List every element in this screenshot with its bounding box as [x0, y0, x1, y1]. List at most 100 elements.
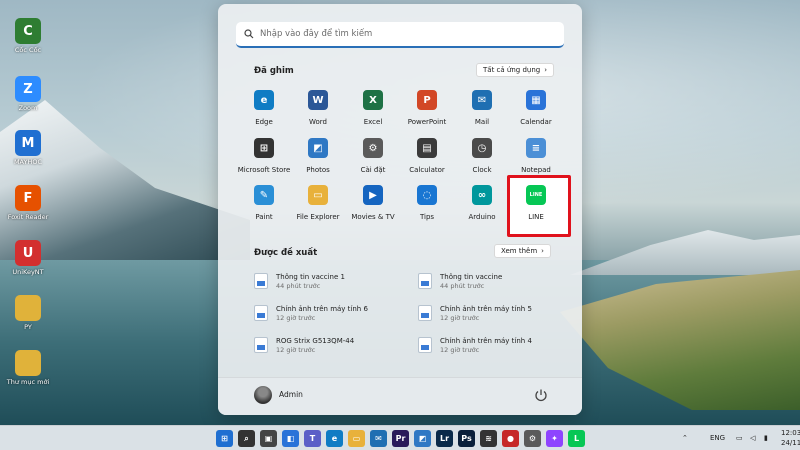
- recommended-time: 12 giờ trước: [276, 313, 316, 322]
- pinned-title: Đã ghim: [254, 66, 294, 76]
- app-label: Notepad: [521, 166, 551, 174]
- taskbar-windows-icon[interactable]: ⊞: [216, 430, 233, 447]
- taskbar-lightroom-icon[interactable]: Lr: [436, 430, 453, 447]
- image-file-icon: [254, 273, 268, 289]
- desktop-icon[interactable]: U UniKeyNT: [6, 240, 50, 276]
- app-icon: ✎: [254, 185, 274, 205]
- app-icon: ▭: [308, 185, 328, 205]
- app-label: File Explorer: [296, 213, 340, 221]
- pinned-app[interactable]: e Edge: [236, 90, 292, 126]
- taskbar-premiere-icon[interactable]: Pr: [392, 430, 409, 447]
- recommended-title: Thông tin vaccine: [440, 272, 503, 281]
- pinned-app[interactable]: ▦ Calendar: [508, 90, 564, 126]
- image-file-icon: [254, 337, 268, 353]
- language-indicator[interactable]: ENG: [710, 434, 725, 442]
- app-label: Cài đặt: [360, 166, 386, 174]
- recommended-item[interactable]: ROG Strix G513QM-44 12 giờ trước: [254, 334, 404, 356]
- app-icon: P: [417, 90, 437, 110]
- taskbar-photos-icon[interactable]: ◩: [414, 430, 431, 447]
- pinned-app[interactable]: LINE LINE: [508, 185, 564, 221]
- pinned-app[interactable]: ✎ Paint: [236, 185, 292, 221]
- pinned-app[interactable]: ✉ Mail: [454, 90, 510, 126]
- app-label: Photos: [306, 166, 330, 174]
- pinned-app[interactable]: ≡ Notepad: [508, 138, 564, 174]
- taskbar: ⊞ ⌕ ▣ ◧ Te ▭ ✉ Pr ◩ Lr Ps ≋ ● ⚙ ✦ L ⌃ ENG ▭ ◁ ▮ 12:03 2…: [0, 425, 800, 450]
- app-icon: ▤: [417, 138, 437, 158]
- desktop-icon[interactable]: C Cốc Cốc: [6, 18, 50, 54]
- app-label: Clock: [472, 166, 492, 174]
- taskbar-messenger-icon[interactable]: ✦: [546, 430, 563, 447]
- taskbar-stack-icon[interactable]: ≋: [480, 430, 497, 447]
- app-icon: ⊞: [254, 138, 274, 158]
- more-button[interactable]: Xem thêm ›: [494, 244, 551, 258]
- recommended-item[interactable]: Thông tin vaccine 1 44 phút trước: [254, 270, 404, 292]
- taskbar-settings-icon[interactable]: ⚙: [524, 430, 541, 447]
- taskbar-mail-icon[interactable]: ✉: [370, 430, 387, 447]
- clock-time[interactable]: 12:03: [781, 429, 800, 437]
- desktop-icon-label: Cốc Cốc: [14, 46, 42, 54]
- recommended-time: 44 phút trước: [440, 281, 485, 290]
- recommended-time: 12 giờ trước: [440, 345, 480, 354]
- recommended-title: Chính ảnh trên máy tính 5: [440, 304, 532, 313]
- desktop-icon-image: Z: [15, 76, 41, 102]
- recommended-item[interactable]: Thông tin vaccine 44 phút trước: [418, 270, 568, 292]
- taskbar-line-icon[interactable]: L: [568, 430, 585, 447]
- taskbar-teams-icon[interactable]: T: [304, 430, 321, 447]
- desktop-icon-image: U: [15, 240, 41, 266]
- taskbar-search-icon[interactable]: ⌕: [238, 430, 255, 447]
- pinned-app[interactable]: X Excel: [345, 90, 401, 126]
- user-name[interactable]: Admin: [279, 390, 303, 399]
- recommended-item[interactable]: Chính ảnh trên máy tính 5 12 giờ trước: [418, 302, 568, 324]
- recommended-item[interactable]: Chính ảnh trên máy tính 6 12 giờ trước: [254, 302, 404, 324]
- recommended-time: 12 giờ trước: [276, 345, 316, 354]
- app-label: Excel: [363, 118, 383, 126]
- desktop-icon-image: M: [15, 130, 41, 156]
- app-label: Word: [309, 118, 327, 126]
- all-apps-button[interactable]: Tất cả ứng dụng ›: [476, 63, 555, 77]
- pinned-app[interactable]: P PowerPoint: [399, 90, 455, 126]
- taskbar-app-red-icon[interactable]: ●: [502, 430, 519, 447]
- power-icon[interactable]: [534, 388, 548, 402]
- pinned-app[interactable]: W Word: [290, 90, 346, 126]
- wallpaper-mountain-right: [570, 230, 800, 275]
- desktop-icon[interactable]: Thư mục mới: [6, 350, 50, 386]
- pinned-app[interactable]: ▤ Calculator: [399, 138, 455, 174]
- desktop-icon-label: Foxit Reader: [7, 213, 49, 221]
- clock-date[interactable]: 24/11/: [781, 439, 800, 447]
- pinned-app[interactable]: ⊞ Microsoft Store: [236, 138, 292, 174]
- recommended-time: 12 giờ trước: [440, 313, 480, 322]
- app-label: LINE: [528, 213, 544, 221]
- start-search-box[interactable]: Nhập vào đây để tìm kiếm: [236, 22, 564, 48]
- all-apps-label: Tất cả ứng dụng: [483, 66, 541, 74]
- taskbar-task-view-icon[interactable]: ▣: [260, 430, 277, 447]
- taskbar-photoshop-icon[interactable]: Ps: [458, 430, 475, 447]
- app-icon: X: [363, 90, 383, 110]
- recommended-time: 44 phút trước: [276, 281, 321, 290]
- avatar[interactable]: [254, 386, 272, 404]
- app-label: Mail: [474, 118, 490, 126]
- app-icon: ⚙: [363, 138, 383, 158]
- battery-icon[interactable]: ▮: [764, 434, 768, 442]
- volume-icon[interactable]: ◁: [750, 434, 755, 442]
- pinned-app[interactable]: ∞ Arduino: [454, 185, 510, 221]
- pinned-app[interactable]: ⚙ Cài đặt: [345, 138, 401, 174]
- app-icon: ◷: [472, 138, 492, 158]
- desktop-icon[interactable]: M MAYHOC: [6, 130, 50, 166]
- recommended-title: Chính ảnh trên máy tính 6: [276, 304, 368, 313]
- taskbar-file-explorer-icon[interactable]: ▭: [348, 430, 365, 447]
- taskbar-edge-icon[interactable]: e: [326, 430, 343, 447]
- desktop-icon-image: C: [15, 18, 41, 44]
- desktop-icon[interactable]: PY: [6, 295, 50, 331]
- pinned-app[interactable]: ◷ Clock: [454, 138, 510, 174]
- chevron-up-icon[interactable]: ⌃: [682, 434, 688, 442]
- network-icon[interactable]: ▭: [736, 434, 743, 442]
- pinned-app[interactable]: ◩ Photos: [290, 138, 346, 174]
- pinned-app[interactable]: ▶ Movies & TV: [345, 185, 401, 221]
- desktop-icon[interactable]: F Foxit Reader: [6, 185, 50, 221]
- recommended-item[interactable]: Chính ảnh trên máy tính 4 12 giờ trước: [418, 334, 568, 356]
- pinned-app[interactable]: ▭ File Explorer: [290, 185, 346, 221]
- taskbar-widgets-icon[interactable]: ◧: [282, 430, 299, 447]
- desktop-icon[interactable]: Z Zoom: [6, 76, 50, 112]
- pinned-app[interactable]: ◌ Tips: [399, 185, 455, 221]
- app-icon: ∞: [472, 185, 492, 205]
